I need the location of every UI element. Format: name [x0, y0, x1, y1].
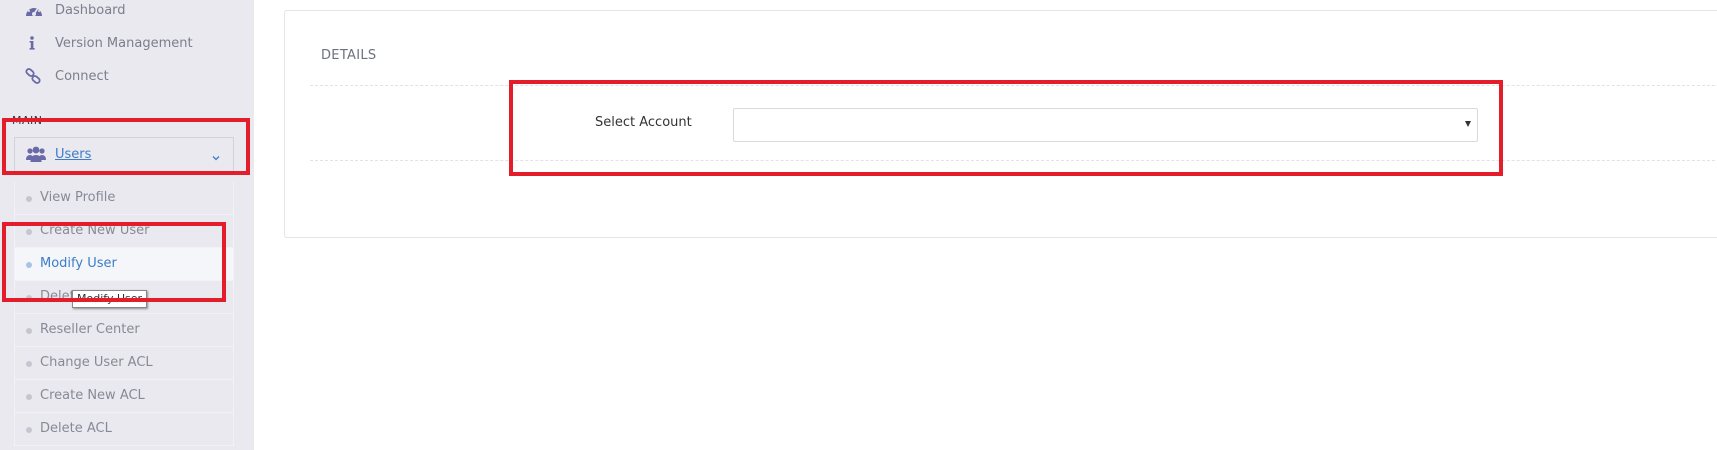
link-icon: [24, 68, 44, 86]
bullet-icon: [26, 394, 32, 400]
sidebar-item-label: Dashboard: [55, 3, 126, 18]
sidebar-item-label: Version Management: [55, 36, 193, 51]
sidebar-subitem-label: View Profile: [40, 190, 116, 205]
sidebar-item-version-management[interactable]: Version Management: [0, 27, 254, 61]
sidebar-subitem-view-profile[interactable]: View Profile: [14, 182, 234, 215]
sidebar-subitem-label: Delete ACL: [40, 421, 112, 436]
sidebar-subitem-delete-acl[interactable]: Delete ACL: [14, 413, 234, 446]
sidebar-subitem-reseller-center[interactable]: Reseller Center: [14, 314, 234, 347]
highlight-box-modify-user: [2, 222, 226, 302]
sidebar-subitem-create-new-acl[interactable]: Create New ACL: [14, 380, 234, 413]
bullet-icon: [26, 361, 32, 367]
sidebar-subitem-label: Change User ACL: [40, 355, 153, 370]
sidebar-subitem-change-user-acl[interactable]: Change User ACL: [14, 347, 234, 380]
sidebar-item-dashboard[interactable]: Dashboard: [0, 0, 254, 28]
info-icon: [24, 35, 44, 53]
sidebar-subitem-label: Reseller Center: [40, 322, 140, 337]
sidebar-subitem-label: Create New ACL: [40, 388, 145, 403]
bullet-icon: [26, 328, 32, 334]
panel-title: DETAILS: [321, 48, 377, 63]
highlight-box-select-account: [509, 80, 1503, 176]
main-content: DETAILS Select Account: [254, 0, 1717, 450]
highlight-box-users: [2, 118, 250, 175]
bullet-icon: [26, 427, 32, 433]
sidebar-item-connect[interactable]: Connect: [0, 60, 254, 94]
sidebar-item-label: Connect: [55, 69, 109, 84]
bullet-icon: [26, 196, 32, 202]
dashboard-icon: [24, 2, 44, 20]
